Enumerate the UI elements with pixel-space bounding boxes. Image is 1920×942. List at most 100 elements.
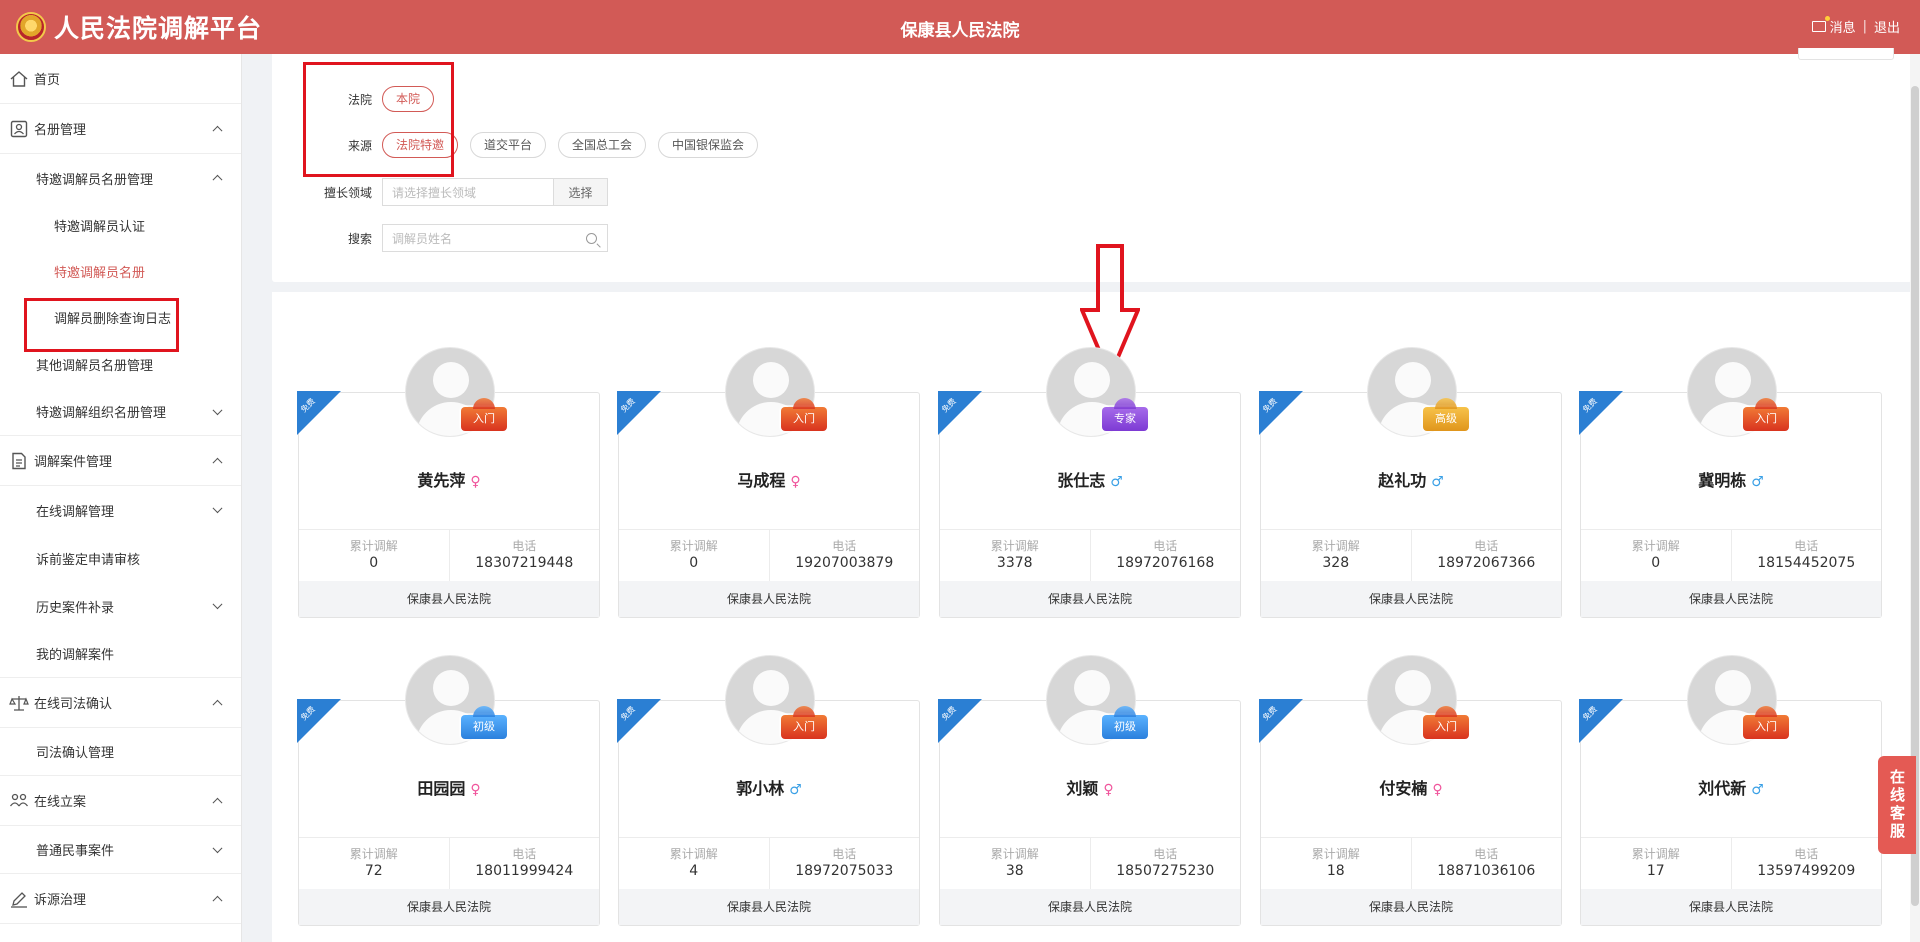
logout-link[interactable]: 退出: [1874, 17, 1900, 36]
sidebar-item-judicial-confirm-mgmt[interactable]: 司法确认管理: [0, 728, 241, 776]
ribbon-label: 免费: [1261, 396, 1279, 415]
level-badge: 入门: [781, 706, 827, 739]
phone-number: 18972075033: [795, 863, 894, 879]
total-mediations: 0: [689, 555, 699, 571]
chevron-up-icon: [212, 895, 223, 906]
collapse-button[interactable]: [1798, 48, 1894, 60]
choose-button[interactable]: 选择: [554, 178, 608, 206]
chevron-up-icon: [212, 125, 223, 136]
sidebar-item-home[interactable]: 首页: [0, 54, 241, 104]
stat-phone: 电话 18871036106: [1410, 838, 1562, 891]
sidebar-item-label: 诉源治理: [34, 893, 87, 908]
mediator-card[interactable]: 免费 初级 刘颖 ♀ 累计调解 38 电话 18507275230 保康县人民法院: [938, 655, 1241, 926]
brand-title: 人民法院调解平台: [54, 14, 263, 43]
mediator-court: 保康县人民法院: [1261, 889, 1561, 925]
avatar-head: [1074, 362, 1110, 398]
message-icon[interactable]: [1811, 16, 1830, 32]
stat-total: 累计调解 3378: [940, 530, 1090, 583]
sidebar-item-judicial-confirm[interactable]: 在线司法确认: [0, 678, 241, 728]
mediator-court: 保康县人民法院: [299, 581, 599, 617]
stat-total: 累计调解 0: [1581, 530, 1731, 583]
stat-phone: 电话 18507275230: [1089, 838, 1241, 891]
mediator-card[interactable]: 免费 高级 赵礼功 ♂ 累计调解 328 电话 18972067366 保康县人民法院: [1259, 347, 1562, 618]
mediator-card[interactable]: 免费 入门 黄先萍 ♀ 累计调解 0 电话 18307219448 保康县人民法院: [297, 347, 600, 618]
stat-label: 累计调解: [349, 539, 398, 553]
filter-chip-source-traffic[interactable]: 道交平台: [470, 132, 547, 158]
sidebar-item-label: 我的调解案件: [36, 648, 115, 663]
mediator-card[interactable]: 免费 初级 田园园 ♀ 累计调解 72 电话 18011999424 保康县人民法院: [297, 655, 600, 926]
sidebar-item-source-governance[interactable]: 诉源治理: [0, 874, 241, 924]
phone-number: 18972076168: [1116, 555, 1215, 571]
sidebar-item-pre-appraisal[interactable]: 诉前鉴定申请审核: [0, 534, 241, 582]
filter-chip-source-cbirc[interactable]: 中国银保监会: [658, 132, 759, 158]
search-icon[interactable]: [586, 233, 597, 244]
gender-icon: ♂: [1751, 474, 1764, 490]
mediator-name[interactable]: 付安楠: [1379, 779, 1427, 798]
mediator-stats: 累计调解 18 电话 18871036106: [1261, 837, 1561, 891]
sidebar-item-invited-roster-mgmt[interactable]: 特邀调解员名册管理: [0, 154, 241, 202]
ribbon-label: 免费: [940, 704, 958, 723]
sidebar-item-label: 普通民事案件: [36, 844, 115, 859]
gender-icon: ♀: [470, 474, 481, 490]
mediator-name[interactable]: 刘颖: [1066, 779, 1098, 798]
mediator-card[interactable]: 免费 入门 冀明栋 ♂ 累计调解 0 电话 18154452075 保康县人民法院: [1579, 347, 1882, 618]
stat-label: 累计调解: [669, 539, 718, 553]
top-header: 人民法院调解平台 保康县人民法院 消息 | 退出: [0, 0, 1920, 54]
sidebar-item-label: 在线立案: [34, 795, 87, 810]
mediator-name[interactable]: 张仕志: [1057, 471, 1105, 490]
mediator-name[interactable]: 冀明栋: [1698, 471, 1746, 490]
mediator-card[interactable]: 免费 入门 马成程 ♀ 累计调解 0 电话 19207003879 保康县人民法院: [617, 347, 920, 618]
sidebar-item-roster[interactable]: 名册管理: [0, 104, 241, 154]
sidebar-item-online-mgmt[interactable]: 在线调解管理: [0, 486, 241, 534]
mediator-name[interactable]: 刘代新: [1698, 779, 1746, 798]
stat-label: 累计调解: [1311, 847, 1360, 861]
mediator-name[interactable]: 郭小林: [736, 779, 784, 798]
sidebar-item-civil-cases[interactable]: 普通民事案件: [0, 826, 241, 874]
mediator-card[interactable]: 免费 专家 张仕志 ♂ 累计调解 3378 电话 18972076168 保康县人民法院: [938, 347, 1241, 618]
gender-icon: ♀: [1432, 782, 1443, 798]
logo[interactable]: 人民法院调解平台: [16, 9, 262, 45]
field-select-input[interactable]: 请选择擅长领域: [382, 178, 554, 206]
stat-label: 电话: [1474, 539, 1499, 553]
mediator-name[interactable]: 田园园: [417, 779, 465, 798]
roster-icon: [10, 120, 28, 137]
mediator-name[interactable]: 马成程: [737, 471, 785, 490]
filter-chip-source-court-invited[interactable]: 法院特邀: [382, 132, 459, 158]
mediator-court: 保康县人民法院: [619, 581, 919, 617]
chevron-up-icon: [212, 699, 223, 710]
free-ribbon: 免费: [617, 391, 661, 435]
filter-label: 搜索: [347, 231, 372, 246]
online-service-button[interactable]: 在线客服: [1878, 756, 1916, 854]
chevron-down-icon: [212, 503, 223, 514]
mediator-name[interactable]: 黄先萍: [417, 471, 465, 490]
sidebar-item-online-filing[interactable]: 在线立案: [0, 776, 241, 826]
stat-label: 累计调解: [1631, 539, 1680, 553]
stat-label: 电话: [512, 847, 537, 861]
sidebar-item-history-supplement[interactable]: 历史案件补录: [0, 582, 241, 630]
mediator-card[interactable]: 免费 入门 刘代新 ♂ 累计调解 17 电话 13597499209 保康县人民法院: [1579, 655, 1882, 926]
search-input[interactable]: 调解员姓名: [382, 224, 608, 252]
filter-chip-court-own[interactable]: 本院: [382, 86, 435, 112]
stat-label: 电话: [1794, 539, 1819, 553]
level-badge: 入门: [1743, 398, 1789, 431]
sidebar-item-case-mgmt[interactable]: 调解案件管理: [0, 436, 241, 486]
sidebar-item-invited-roster[interactable]: 特邀调解员名册: [0, 248, 241, 294]
stat-label: 累计调解: [349, 847, 398, 861]
filter-label: 法院: [347, 92, 372, 107]
total-mediations: 18: [1326, 863, 1345, 879]
stat-label: 电话: [1474, 847, 1499, 861]
sidebar-item-invited-cert[interactable]: 特邀调解员认证: [0, 202, 241, 248]
total-mediations: 17: [1646, 863, 1665, 879]
mediator-card[interactable]: 免费 入门 付安楠 ♀ 累计调解 18 电话 18871036106 保康县人民法院: [1259, 655, 1562, 926]
total-mediations: 4: [689, 863, 699, 879]
mediator-name-row: 付安楠 ♀: [1261, 775, 1561, 799]
sidebar-item-org-roster[interactable]: 特邀调解组织名册管理: [0, 388, 241, 436]
sidebar-item-label: 调解案件管理: [34, 455, 113, 470]
mediator-name-row: 刘颖 ♀: [940, 775, 1240, 799]
sidebar-item-my-cases[interactable]: 我的调解案件: [0, 630, 241, 678]
mediator-name[interactable]: 赵礼功: [1378, 471, 1426, 490]
mediator-stats: 累计调解 3378 电话 18972076168: [940, 529, 1240, 583]
messages-link[interactable]: 消息: [1830, 17, 1856, 36]
mediator-card[interactable]: 免费 入门 郭小林 ♂ 累计调解 4 电话 18972075033 保康县人民法院: [617, 655, 920, 926]
filter-chip-source-union[interactable]: 全国总工会: [558, 132, 647, 158]
